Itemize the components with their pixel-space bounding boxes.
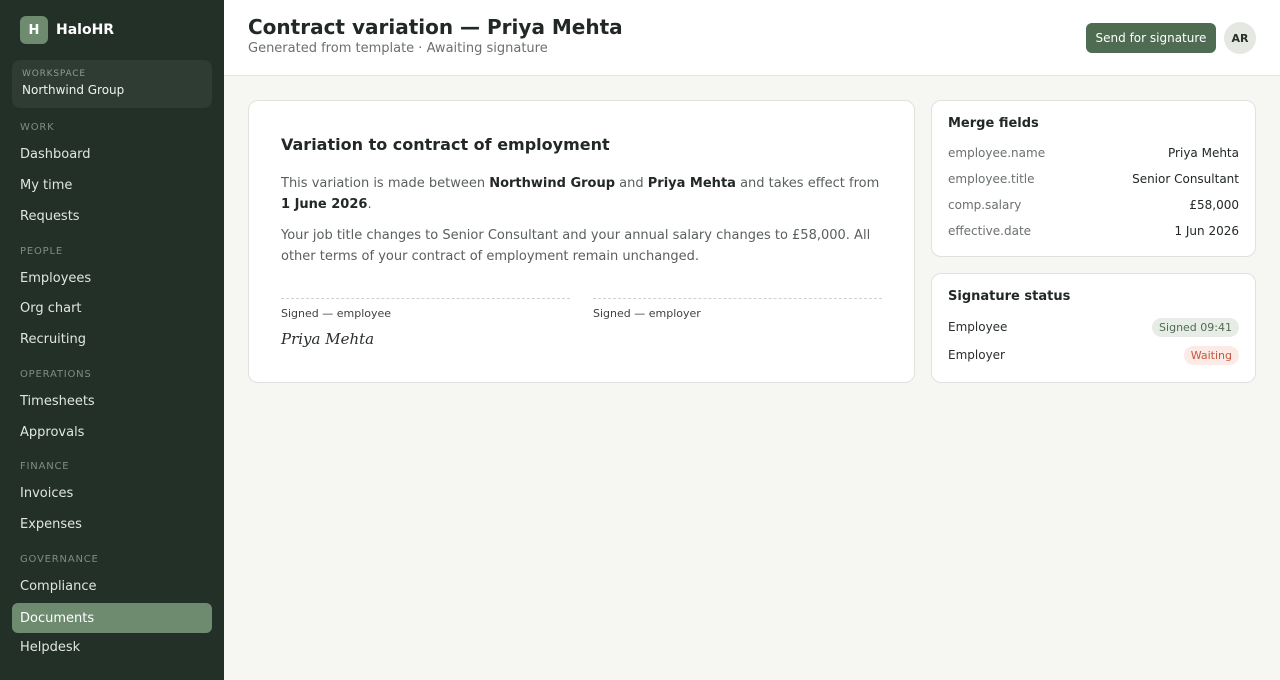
status-badge: Signed 09:41 [1152,317,1239,337]
company-name: Northwind Group [489,176,616,191]
signature-status-title: Signature status [948,289,1071,304]
sidebar-item-expenses[interactable]: Expenses [12,509,212,539]
page-header: Contract variation — Priya Mehta Generat… [224,0,1280,76]
merge-field-key: employee.name [948,146,1046,160]
workspace-name: Northwind Group [22,83,125,97]
document-title: Variation to contract of employment [281,135,610,154]
workspace-label: WORKSPACE [22,69,86,79]
sidebar-item-timesheets[interactable]: Timesheets [12,386,212,416]
employee-name: Priya Mehta [647,176,736,191]
sidebar-item-documents[interactable]: Documents [12,603,212,633]
section-label-work: WORK [20,122,55,133]
para-text: . [367,197,372,212]
sidebar-item-helpdesk[interactable]: Helpdesk [12,632,212,662]
sidebar-item-org-chart[interactable]: Org chart [12,293,212,323]
section-label-governance: GOVERNANCE [20,554,99,565]
employee-signature: Priya Mehta [281,330,375,348]
sidebar-item-recruiting[interactable]: Recruiting [12,324,212,354]
merge-field-key: comp.salary [948,198,1022,212]
workspace-switcher[interactable]: WORKSPACE Northwind Group [12,60,212,108]
employer-signature-line [593,298,882,299]
employer-signature-label: Signed — employer [593,307,701,320]
status-badge: Waiting [1183,345,1239,365]
merge-field-row: comp.salary £58,000 [948,196,1239,214]
merge-field-row: employee.title Senior Consultant [948,170,1239,188]
section-label-people: PEOPLE [20,246,63,257]
section-label-finance: FINANCE [20,461,70,472]
signature-status-card: Signature status Employee Signed 09:41 E… [931,273,1256,383]
merge-field-key: effective.date [948,224,1032,238]
page-subtitle: Generated from template · Awaiting signa… [248,41,548,56]
merge-field-row: effective.date 1 Jun 2026 [948,222,1239,240]
merge-field-value: Priya Mehta [1168,146,1239,160]
page-title: Contract variation — Priya Mehta [248,15,623,39]
send-for-signature-button[interactable]: Send for signature [1086,23,1216,53]
merge-fields-title: Merge fields [948,116,1039,131]
sidebar-item-compliance[interactable]: Compliance [12,571,212,601]
document-preview: Variation to contract of employment This… [248,100,915,383]
merge-field-key: employee.title [948,172,1035,186]
merge-field-value: Senior Consultant [1132,172,1239,186]
para-text: and takes effect from [735,176,880,191]
sidebar-item-invoices[interactable]: Invoices [12,478,212,508]
employee-signature-line [281,298,570,299]
sidebar-item-employees[interactable]: Employees [12,263,212,293]
sidebar-item-approvals[interactable]: Approvals [12,417,212,447]
sidebar: H HaloHR WORKSPACE Northwind Group WORK … [0,0,224,680]
sidebar-item-dashboard[interactable]: Dashboard [12,139,212,169]
section-label-operations: OPERATIONS [20,369,92,380]
brand[interactable]: H HaloHR [20,16,114,44]
merge-field-row: employee.name Priya Mehta [948,144,1239,162]
effective-date: 1 June 2026 [281,197,368,212]
signature-party: Employer [948,348,1005,362]
brand-name: HaloHR [56,22,115,38]
para-text: This variation is made between [281,176,490,191]
document-paragraph-parties: This variation is made between Northwind… [281,173,885,215]
merge-field-value: £58,000 [1189,198,1239,212]
employee-signature-label: Signed — employee [281,307,392,320]
document-paragraph-terms: Your job title changes to Senior Consult… [281,228,871,264]
signature-status-row: Employee Signed 09:41 [948,317,1239,337]
merge-field-value: 1 Jun 2026 [1174,224,1239,238]
sidebar-item-requests[interactable]: Requests [12,201,212,231]
sidebar-item-my-time[interactable]: My time [12,170,212,200]
merge-fields-card: Merge fields employee.name Priya Mehta e… [931,100,1256,257]
signature-party: Employee [948,320,1008,334]
signature-status-row: Employer Waiting [948,345,1239,365]
avatar[interactable]: AR [1224,22,1256,54]
para-text: and [615,176,648,191]
brand-logo: H [20,16,48,44]
